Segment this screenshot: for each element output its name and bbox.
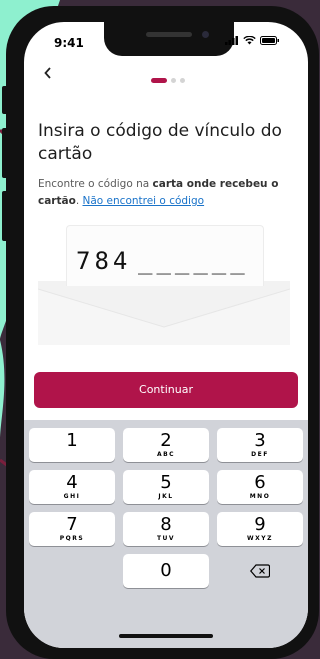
- step-active: [151, 78, 167, 83]
- battery-icon: [260, 36, 279, 45]
- envelope-flap: [38, 288, 290, 345]
- status-icons: [225, 36, 280, 45]
- signal-icon: [225, 36, 238, 45]
- speaker: [146, 32, 192, 37]
- key-6-number: 6: [254, 472, 266, 493]
- key-1-number: 1: [66, 430, 78, 451]
- key-8-letters: TUV: [156, 535, 176, 542]
- key-0-number: 0: [160, 560, 172, 581]
- page-title: Insira o código de vínculo do cartão: [38, 121, 282, 164]
- wifi-icon: [243, 36, 256, 45]
- phone-side-button: [2, 191, 8, 241]
- key-8[interactable]: 8 TUV: [123, 512, 209, 546]
- key-3[interactable]: 3 DEF: [217, 428, 303, 462]
- step-dot: [171, 78, 176, 83]
- key-1[interactable]: 1: [29, 428, 115, 462]
- code-placeholder: ______: [138, 247, 249, 275]
- key-5-number: 5: [160, 472, 172, 493]
- page-subtitle: Encontre o código na carta onde recebeu …: [38, 176, 300, 210]
- key-9-letters: WXYZ: [247, 535, 273, 542]
- key-4[interactable]: 4 GHI: [29, 470, 115, 504]
- key-6[interactable]: 6 MNO: [217, 470, 303, 504]
- key-3-number: 3: [254, 430, 266, 451]
- key-3-letters: DEF: [251, 451, 269, 458]
- code-entered: 784: [76, 247, 132, 275]
- back-button[interactable]: [44, 67, 52, 83]
- key-7-letters: PQRS: [59, 535, 85, 542]
- numeric-keypad: 1 2 ABC 3 DEF 4 GHI 5 JKL 6 MNO 7 PQRS 8: [24, 420, 308, 648]
- key-9-number: 9: [254, 514, 266, 535]
- key-8-number: 8: [160, 514, 172, 535]
- key-2[interactable]: 2 ABC: [123, 428, 209, 462]
- key-2-number: 2: [160, 430, 172, 451]
- key-7[interactable]: 7 PQRS: [29, 512, 115, 546]
- key-4-letters: GHI: [63, 493, 81, 500]
- code-not-found-link[interactable]: Não encontrei o código: [83, 195, 205, 207]
- step-indicator: [151, 78, 185, 83]
- phone-side-button: [2, 128, 8, 178]
- backspace-icon: [250, 564, 271, 578]
- key-9[interactable]: 9 WXYZ: [217, 512, 303, 546]
- home-indicator: [119, 634, 213, 638]
- phone-side-button: [2, 86, 8, 114]
- continue-button[interactable]: Continuar: [34, 372, 298, 408]
- camera: [202, 31, 209, 38]
- subtitle-text: Encontre o código na: [38, 178, 153, 190]
- step-dot: [180, 78, 185, 83]
- back-chevron-icon: [44, 67, 51, 79]
- status-time: 9:41: [54, 36, 84, 50]
- notch: [104, 22, 234, 56]
- delete-key[interactable]: [217, 554, 303, 588]
- key-7-number: 7: [66, 514, 78, 535]
- key-2-letters: ABC: [156, 451, 176, 458]
- phone-screen: 9:41 Insira o código de vínculo do cartã…: [24, 22, 308, 648]
- code-input-area[interactable]: 784 ______: [24, 225, 308, 385]
- key-0[interactable]: 0: [123, 554, 209, 588]
- subtitle-text-end: .: [75, 195, 83, 207]
- key-4-number: 4: [66, 472, 78, 493]
- key-6-letters: MNO: [249, 493, 271, 500]
- key-5[interactable]: 5 JKL: [123, 470, 209, 504]
- key-5-letters: JKL: [158, 493, 174, 500]
